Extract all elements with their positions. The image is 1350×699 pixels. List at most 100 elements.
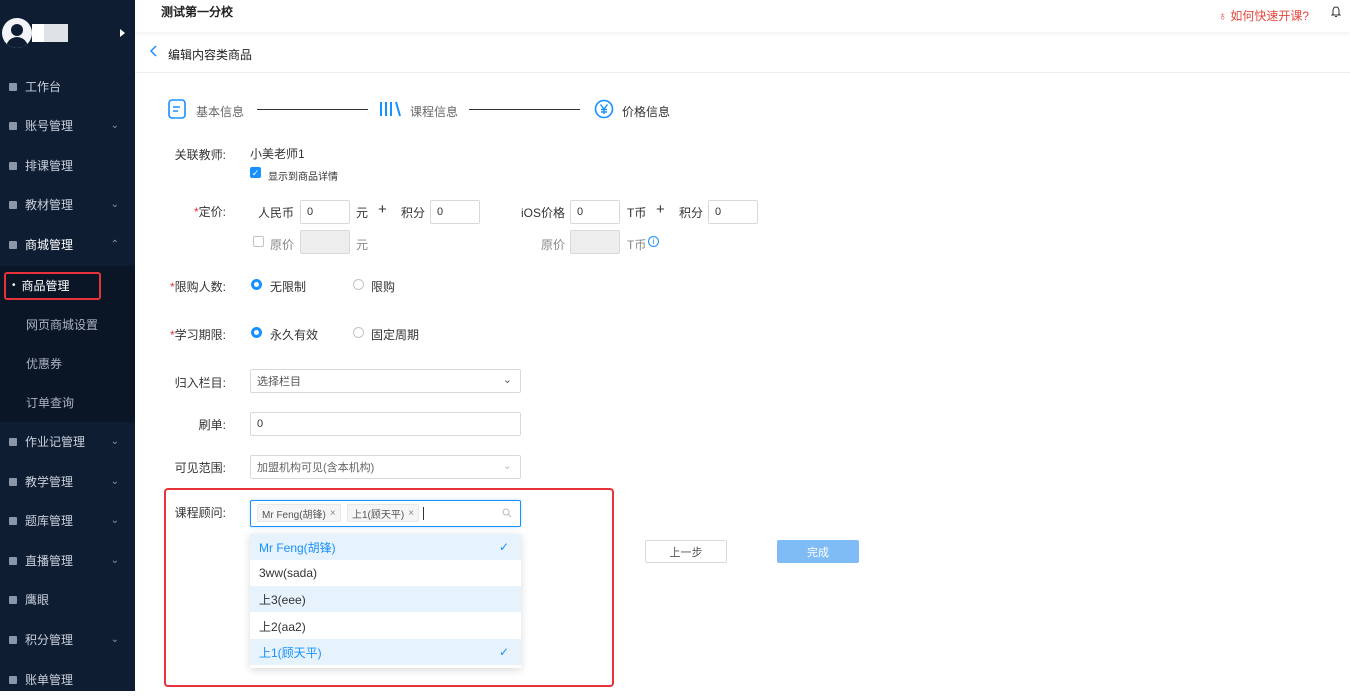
sidebar-item-workbench[interactable]: 工作台 xyxy=(0,67,135,106)
chevron-down-icon: ⌄ xyxy=(502,460,512,472)
sidebar-item-label: 商城管理 xyxy=(25,238,74,252)
sidebar-item-label: 教学管理 xyxy=(25,475,74,489)
fixed-period-radio[interactable] xyxy=(353,327,364,338)
show-detail-checkbox[interactable]: ✓ xyxy=(250,167,261,178)
check-icon: ✓ xyxy=(498,540,509,554)
brush-input[interactable]: 0 xyxy=(250,412,521,436)
user-icon xyxy=(9,121,17,130)
tcoin-unit: T币 xyxy=(627,206,647,220)
ios-price-input[interactable]: 0 xyxy=(570,200,620,224)
plus-sign: + xyxy=(378,201,387,218)
sidebar-item-textbook[interactable]: 教材管理 ⌄ xyxy=(0,185,135,224)
advisor-tag[interactable]: Mr Feng(胡锋) × xyxy=(257,504,341,522)
sidebar-subitem-orders[interactable]: 订单查询 xyxy=(0,383,135,422)
dropdown-option[interactable]: 上2(aa2) xyxy=(250,613,521,639)
dropdown-option[interactable]: 上1(顾天平) ✓ xyxy=(250,639,521,665)
expand-arrow-icon[interactable] xyxy=(120,29,125,37)
sidebar-item-label: 作业记管理 xyxy=(25,435,86,449)
yuan-unit: 元 xyxy=(356,238,369,252)
sidebar-item-label: 工作台 xyxy=(25,80,62,94)
original-price-checkbox[interactable] xyxy=(253,236,264,247)
sidebar-subitem-coupon[interactable]: 优惠券 xyxy=(0,344,135,383)
sidebar-subitem-web-store[interactable]: 网页商城设置 xyxy=(0,305,135,344)
advisor-tag[interactable]: 上1(顾天平) × xyxy=(347,504,420,522)
sidebar-item-label: 积分管理 xyxy=(25,633,74,647)
back-button[interactable] xyxy=(149,45,158,60)
original-price-input[interactable] xyxy=(300,230,350,254)
chevron-left-icon[interactable] xyxy=(149,45,158,57)
teacher-label: 关联教师: xyxy=(174,148,226,162)
ios-original-price-label: 原价 xyxy=(541,238,566,252)
info-icon[interactable]: i xyxy=(648,236,659,247)
sidebar-item-schedule[interactable]: 排课管理 xyxy=(0,146,135,185)
points-icon xyxy=(9,635,17,644)
sidebar-item-bill[interactable]: 账单管理 xyxy=(0,660,135,699)
chevron-down-icon: ⌄ xyxy=(110,199,119,210)
step-basic-info[interactable]: 基本信息 xyxy=(196,103,244,120)
limited-radio[interactable] xyxy=(353,279,364,290)
permanent-radio[interactable] xyxy=(251,327,262,338)
chevron-down-icon: ⌄ xyxy=(502,374,512,386)
finish-button[interactable]: 完成 xyxy=(777,540,859,563)
sidebar-subitem-label: 网页商城设置 xyxy=(26,318,99,332)
plus-sign: + xyxy=(656,201,665,218)
sidebar-item-question-bank[interactable]: 题库管理 ⌄ xyxy=(0,501,135,540)
dropdown-option[interactable]: 上3(eee) xyxy=(250,586,521,612)
visible-select[interactable]: 加盟机构可见(含本机构) ⌄ xyxy=(250,455,521,479)
chevron-down-icon: ⌄ xyxy=(110,436,119,447)
sidebar-subitem-label: 优惠券 xyxy=(26,357,63,371)
sidebar-item-teaching[interactable]: 教学管理 ⌄ xyxy=(0,462,135,501)
document-icon xyxy=(168,99,186,122)
price-label: *定价: xyxy=(193,205,226,219)
text-cursor xyxy=(423,507,424,520)
chevron-up-icon: ⌃ xyxy=(110,239,119,250)
show-detail-label: 显示到商品详情 xyxy=(268,172,338,183)
chevron-down-icon: ⌄ xyxy=(110,634,119,645)
sidebar-item-store[interactable]: 商城管理 ⌃ xyxy=(0,225,135,264)
monitor-icon xyxy=(9,82,17,91)
eye-icon xyxy=(9,595,17,604)
sidebar-item-label: 鹰眼 xyxy=(25,593,50,607)
original-price-label: 原价 xyxy=(270,238,295,252)
sidebar-item-label: 直播管理 xyxy=(25,554,74,568)
highlight-box xyxy=(4,272,101,300)
divider xyxy=(135,72,1350,73)
sidebar-item-label: 账单管理 xyxy=(25,673,74,687)
close-icon[interactable]: × xyxy=(330,508,336,519)
column-select[interactable]: 选择栏目 ⌄ xyxy=(250,369,521,393)
rmb-input[interactable]: 0 xyxy=(300,200,350,224)
close-icon[interactable]: × xyxy=(408,508,414,519)
advisor-multiselect[interactable]: Mr Feng(胡锋) × 上1(顾天平) × xyxy=(250,500,521,527)
sidebar-item-homework[interactable]: 作业记管理 ⌄ xyxy=(0,422,135,461)
help-link[interactable]: ♁ 如何快速开课? xyxy=(1218,7,1309,24)
sidebar-item-account[interactable]: 账号管理 ⌄ xyxy=(0,106,135,145)
unlimited-radio[interactable] xyxy=(251,279,262,290)
book-icon xyxy=(9,200,17,209)
rmb-label: 人民币 xyxy=(258,206,295,220)
prev-button[interactable]: 上一步 xyxy=(645,540,727,563)
avatar[interactable] xyxy=(2,18,32,48)
limited-label: 限购 xyxy=(371,280,396,294)
pen-icon xyxy=(9,437,17,446)
yuan-unit: 元 xyxy=(356,206,369,220)
period-label: *学习期限: xyxy=(169,328,226,342)
step-price-info[interactable]: 价格信息 xyxy=(622,103,670,120)
sidebar-item-eagle-eye[interactable]: 鹰眼 xyxy=(0,580,135,619)
brush-label: 刷单: xyxy=(198,418,226,432)
calendar-icon xyxy=(9,161,17,170)
search-icon xyxy=(502,507,512,521)
ios-points-input[interactable]: 0 xyxy=(708,200,758,224)
sidebar-item-live[interactable]: 直播管理 ⌄ xyxy=(0,541,135,580)
column-label: 归入栏目: xyxy=(174,376,226,390)
permanent-label: 永久有效 xyxy=(270,328,319,342)
bell-icon[interactable] xyxy=(1330,6,1342,21)
dropdown-option[interactable]: 3ww(sada) xyxy=(250,560,521,586)
step-course-info[interactable]: 课程信息 xyxy=(410,103,458,120)
sidebar-item-label: 题库管理 xyxy=(25,514,74,528)
dropdown-option[interactable]: Mr Feng(胡锋) ✓ xyxy=(250,534,521,560)
books-icon xyxy=(379,100,403,121)
ios-original-price-input[interactable] xyxy=(570,230,620,254)
points-input[interactable]: 0 xyxy=(430,200,480,224)
sidebar-item-points[interactable]: 积分管理 ⌄ xyxy=(0,620,135,659)
bill-icon xyxy=(9,675,17,684)
